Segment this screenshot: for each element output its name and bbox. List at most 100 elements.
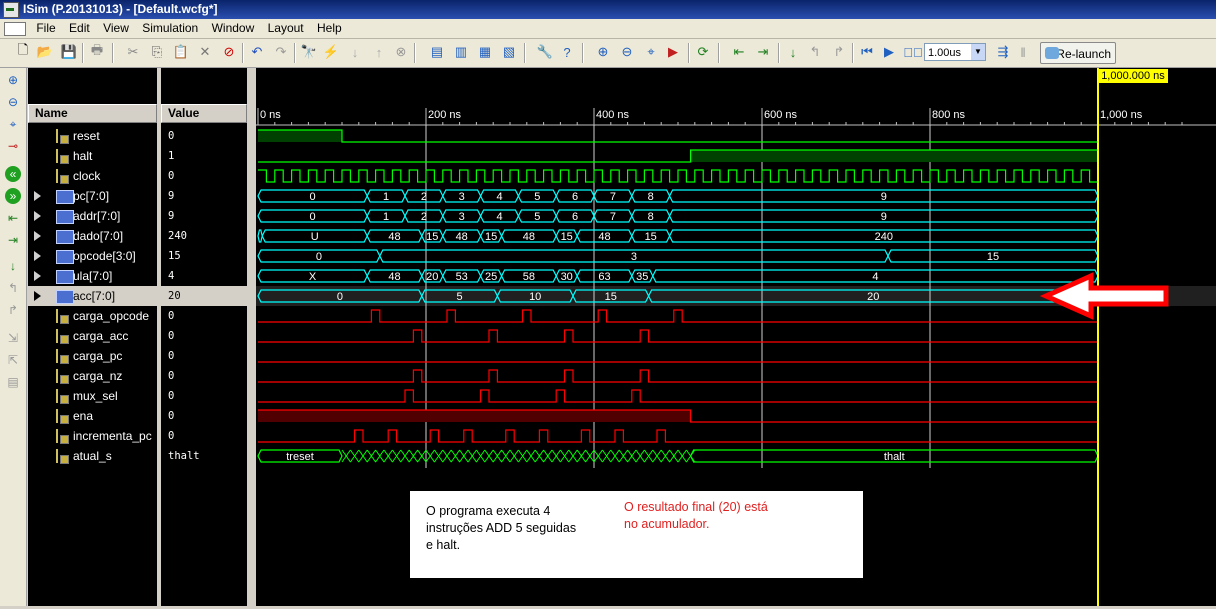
arrow-up-icon[interactable]: ↑	[370, 43, 388, 61]
save-icon[interactable]: 💾	[60, 43, 78, 61]
bus-value-label: 4	[496, 211, 502, 223]
bus-value-label: 4	[496, 191, 502, 203]
undo-icon[interactable]: ↶	[248, 43, 266, 61]
logic-signal-icon	[56, 149, 70, 164]
prev-marker-icon[interactable]: ↰	[5, 280, 21, 296]
restart-icon[interactable]: ⏮	[858, 43, 876, 61]
swap-cursors-icon[interactable]: ⇲	[5, 330, 21, 346]
signal-value: 0	[168, 330, 175, 342]
bus-value-label: 6	[572, 191, 578, 203]
expand-arrow-icon[interactable]	[34, 291, 41, 301]
bus-value-label: 5	[534, 191, 540, 203]
next-transition-icon[interactable]: ⇥	[754, 43, 772, 61]
grid-icon[interactable]: ▤	[5, 374, 21, 390]
bus-value-label: 2	[421, 191, 427, 203]
chevron-down-icon[interactable]: ▼	[971, 44, 985, 60]
break-icon[interactable]: ‖	[1014, 43, 1032, 61]
window-icon[interactable]: ▧	[500, 43, 518, 61]
bus-value-label: 5	[457, 291, 463, 303]
bus-value-label: 8	[648, 211, 654, 223]
signal-waveform	[258, 169, 1098, 183]
expand-arrow-icon[interactable]	[34, 191, 41, 201]
clear-icon[interactable]: ⊗	[392, 43, 410, 61]
refresh-icon[interactable]: ⟳	[694, 43, 712, 61]
run-all-icon[interactable]: ▶	[880, 43, 898, 61]
signal-value: 240	[168, 230, 187, 242]
add-marker-icon[interactable]: ↓	[784, 43, 802, 61]
logic-signal-icon	[56, 309, 70, 324]
bus-value-label: 7	[610, 191, 616, 203]
step-icon[interactable]: ⇶	[994, 43, 1012, 61]
expand-arrow-icon[interactable]	[34, 271, 41, 281]
find-next-icon[interactable]: ⚡	[322, 43, 340, 61]
help-context-icon[interactable]: ?	[558, 43, 576, 61]
isim-app-icon	[3, 2, 19, 18]
prev-transition-icon[interactable]: ⇤	[5, 210, 21, 226]
open-folder-icon[interactable]: 📂	[36, 43, 54, 61]
print-icon[interactable]: 🖶	[88, 42, 106, 61]
redo-icon[interactable]: ↷	[272, 43, 290, 61]
run-time-select[interactable]: 1.00us ▼	[924, 43, 986, 61]
delete-icon[interactable]: ✕	[196, 43, 214, 61]
stop-icon[interactable]: ⊘	[220, 43, 238, 61]
bus-signal-icon	[56, 210, 74, 224]
menu-simulation[interactable]: Simulation	[137, 19, 203, 37]
zoom-out-icon[interactable]: ⊖	[5, 94, 21, 110]
cascade-icon[interactable]: ▤	[428, 43, 446, 61]
menu-help[interactable]: Help	[312, 19, 347, 37]
arrow-down-icon[interactable]: ↓	[346, 43, 364, 61]
tile-horizontal-icon[interactable]: ▥	[452, 43, 470, 61]
bus-value-label: 9	[881, 191, 887, 203]
signal-value: 0	[168, 370, 175, 382]
copy-icon[interactable]: ⎘	[148, 43, 166, 61]
next-transition-icon[interactable]: ⇥	[5, 232, 21, 248]
cut-icon[interactable]: ✂	[124, 43, 142, 61]
expand-arrow-icon[interactable]	[34, 231, 41, 241]
signal-name: dado[7:0]	[73, 229, 124, 243]
value-column-header[interactable]: Value	[161, 104, 247, 123]
tile-vertical-icon[interactable]: ▦	[476, 43, 494, 61]
menu-window[interactable]: Window	[207, 19, 260, 37]
prev-transition-icon[interactable]: ⇤	[730, 43, 748, 61]
floating-ruler-icon[interactable]: ⇱	[5, 352, 21, 368]
menu-edit[interactable]: Edit	[64, 19, 95, 37]
goto-end-icon[interactable]: »	[5, 188, 21, 204]
find-icon[interactable]: 🔭	[300, 43, 318, 61]
signal-value: 0	[168, 430, 175, 442]
wrench-icon[interactable]: 🔧	[536, 43, 554, 61]
run-time-value: 1.00us	[928, 47, 962, 59]
bus-value-label: 0	[316, 251, 322, 263]
zoom-in-icon[interactable]: ⊕	[594, 43, 612, 61]
add-marker-icon[interactable]: ↓	[5, 258, 21, 274]
logic-signal-icon	[56, 329, 70, 344]
prev-marker-icon[interactable]: ↰	[806, 43, 824, 61]
bus-signal-icon	[56, 290, 74, 304]
zoom-out-icon[interactable]: ⊖	[618, 43, 636, 61]
menu-layout[interactable]: Layout	[263, 19, 309, 37]
signal-name: ula[7:0]	[73, 269, 113, 283]
bus-signal-icon	[56, 230, 74, 244]
zoom-in-icon[interactable]: ⊕	[5, 72, 21, 88]
new-file-icon[interactable]: 🗋	[14, 42, 32, 61]
next-marker-icon[interactable]: ↱	[5, 302, 21, 318]
zoom-fit-icon[interactable]: ⌖	[5, 116, 21, 132]
signal-value: 15	[168, 250, 181, 262]
bus-value-label: 240	[875, 231, 893, 243]
goto-cursor-icon[interactable]: ▶	[664, 43, 682, 61]
expand-arrow-icon[interactable]	[34, 211, 41, 221]
zoom-fit-icon[interactable]: ⌖	[642, 43, 660, 61]
run-for-icon[interactable]: ▶⃓	[903, 43, 923, 61]
signal-name: pc[7:0]	[73, 189, 110, 203]
cursor-time-label: 1,000.000 ns	[1098, 69, 1168, 83]
goto-cursor-icon[interactable]: ⊸	[5, 138, 21, 154]
wave-high-fill	[258, 130, 342, 142]
menu-view[interactable]: View	[98, 19, 134, 37]
relaunch-button[interactable]: Re-launch	[1040, 42, 1116, 64]
next-marker-icon[interactable]: ↱	[830, 43, 848, 61]
menu-file[interactable]: File	[31, 19, 60, 37]
expand-arrow-icon[interactable]	[34, 251, 41, 261]
bus-value-label: 3	[631, 251, 637, 263]
goto-start-icon[interactable]: «	[5, 166, 21, 182]
paste-icon[interactable]: 📋	[172, 43, 190, 61]
name-column-header[interactable]: Name	[28, 104, 157, 123]
